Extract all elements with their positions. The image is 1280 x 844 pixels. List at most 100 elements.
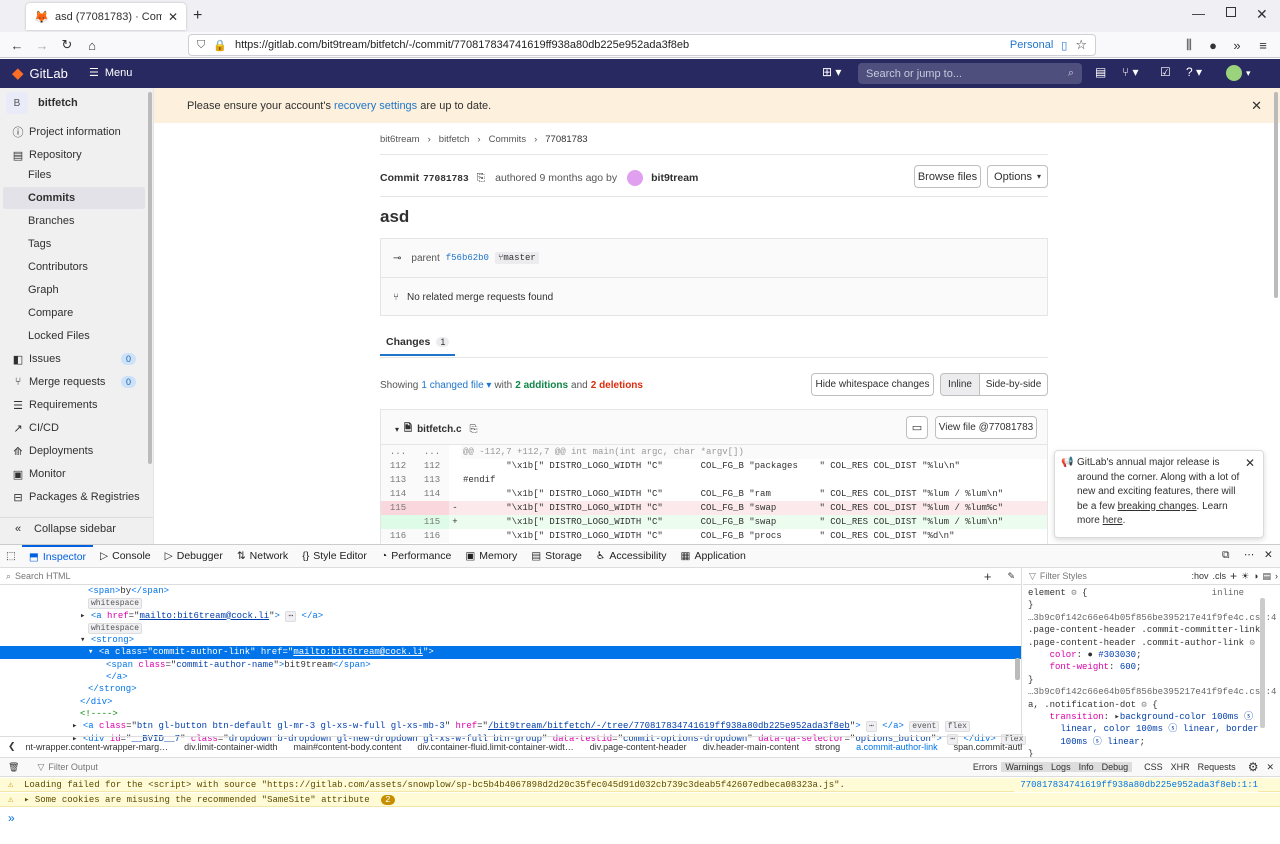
- dom-breadcrumb[interactable]: main#content-body.content: [285, 742, 409, 752]
- filter-xhr[interactable]: XHR: [1167, 762, 1194, 772]
- tab-storage[interactable]: ▤ Storage: [524, 545, 589, 568]
- close-window-button[interactable]: ✕: [1256, 6, 1268, 23]
- library-icon[interactable]: ⫼: [1180, 36, 1198, 54]
- old-line-number[interactable]: 115: [381, 501, 415, 515]
- markup-node[interactable]: <span>by</span>: [0, 585, 1021, 597]
- css-rule-line[interactable]: transition: ▸background-color 100ms ⓢ: [1028, 711, 1280, 723]
- diff-line[interactable]: 114 114 "\x1b[" DISTRO_LOGO_WIDTH "C" COL…: [381, 487, 1047, 501]
- breadcrumb-project[interactable]: bitfetch: [439, 134, 470, 145]
- new-line-number[interactable]: 113: [415, 473, 449, 487]
- sidebar-item-locked-files[interactable]: Locked Files: [0, 325, 146, 347]
- chevron-down-icon[interactable]: ▾: [1246, 68, 1251, 79]
- console-close-icon[interactable]: ✕: [1266, 762, 1274, 773]
- breaking-changes-link[interactable]: breaking changes: [1118, 501, 1197, 512]
- old-line-number[interactable]: 113: [381, 473, 415, 487]
- tab-accessibility[interactable]: ♿ Accessibility: [589, 545, 674, 568]
- css-rule-line[interactable]: }: [1028, 674, 1280, 686]
- new-line-number[interactable]: 116: [415, 529, 449, 543]
- filter-info[interactable]: Info: [1074, 762, 1098, 772]
- tab-performance[interactable]: ◔ Performance: [374, 545, 458, 568]
- old-line-number[interactable]: 112: [381, 459, 415, 473]
- old-line-number[interactable]: ...: [381, 445, 415, 459]
- popup-close-icon[interactable]: ✕: [1245, 456, 1255, 471]
- inline-view-button[interactable]: Inline: [940, 373, 980, 396]
- sidebar-item-project-information[interactable]: ⓘ Project information: [0, 121, 146, 143]
- rules-scrollbar[interactable]: [1260, 598, 1265, 728]
- global-search-input[interactable]: Search or jump to... ⌕: [858, 63, 1082, 84]
- lock-icon[interactable]: 🔒: [213, 39, 227, 52]
- new-line-number[interactable]: ...: [415, 445, 449, 459]
- hov-toggle[interactable]: :hov: [1191, 571, 1208, 581]
- home-icon[interactable]: ⌂: [83, 36, 101, 54]
- diff-line-deleted[interactable]: 115 - "\x1b[" DISTRO_LOGO_WIDTH "C" COL_F…: [381, 501, 1047, 515]
- minimize-button[interactable]: —: [1192, 6, 1205, 21]
- print-icon[interactable]: ▤: [1262, 571, 1271, 582]
- css-rule-line[interactable]: .page-content-header .commit-committer-l…: [1028, 624, 1280, 636]
- warning-source-link[interactable]: 770817834741619ff938a80db225e952ada3f8eb…: [1014, 778, 1258, 792]
- browser-tab[interactable]: 🦊 asd (77081783) · Commits · bit ✕: [26, 3, 186, 30]
- sidebar-item-merge-requests[interactable]: ⑂ Merge requests 0: [0, 371, 146, 393]
- markup-node[interactable]: </div>: [0, 696, 1021, 708]
- trash-icon[interactable]: 🗑: [8, 762, 19, 773]
- options-dropdown[interactable]: Options ▾: [987, 165, 1048, 188]
- dom-breadcrumb[interactable]: div.header-main-content: [695, 742, 807, 752]
- new-line-number[interactable]: [415, 501, 449, 515]
- devtools-close-icon[interactable]: ✕: [1264, 549, 1273, 561]
- markup-node[interactable]: ▾ <strong>: [0, 634, 1021, 646]
- tab-application[interactable]: ▦ Application: [674, 545, 753, 568]
- markup-node[interactable]: <span class="commit-author-name">bit9tre…: [0, 659, 1021, 671]
- sidebar-item-requirements[interactable]: ☰ Requirements: [0, 394, 146, 416]
- sidebar-item-packages-registries[interactable]: ⊟ Packages & Registries: [0, 486, 146, 508]
- search-html-input[interactable]: Search HTML: [15, 571, 980, 581]
- markup-node[interactable]: </strong>: [0, 683, 1021, 695]
- tab-console[interactable]: ▷ Console: [93, 545, 158, 568]
- new-dropdown-icon[interactable]: ⊞ ▾: [822, 65, 841, 79]
- diff-line[interactable]: 112 112 "\x1b[" DISTRO_LOGO_WIDTH "C" COL…: [381, 459, 1047, 473]
- console-input[interactable]: »: [0, 808, 1280, 844]
- css-rule-line[interactable]: font-weight: 600;: [1028, 661, 1280, 673]
- breadcrumb-commits[interactable]: Commits: [489, 134, 526, 145]
- recovery-settings-link[interactable]: recovery settings: [334, 100, 417, 112]
- markup-node-selected[interactable]: ▾ <a class="commit-author-link" href="ma…: [0, 646, 1021, 659]
- filter-output-input[interactable]: Filter Output: [48, 762, 969, 772]
- tab-debugger[interactable]: ▷ Debugger: [158, 545, 230, 568]
- sidebar-item-branches[interactable]: Branches: [0, 210, 146, 232]
- cls-toggle[interactable]: .cls: [1212, 571, 1226, 581]
- overflow-icon[interactable]: »: [1228, 36, 1246, 54]
- console-settings-icon[interactable]: ⚙: [1248, 760, 1259, 774]
- sidebar-item-monitor[interactable]: ▣ Monitor: [0, 463, 146, 485]
- diff-line[interactable]: 113 113 #endif: [381, 473, 1047, 487]
- tab-memory[interactable]: ▣ Memory: [458, 545, 524, 568]
- tab-close-icon[interactable]: ✕: [168, 10, 178, 24]
- sidebar-item-commits[interactable]: Commits: [3, 187, 145, 209]
- url-bar[interactable]: ⛉ 🔒 https://gitlab.com/bit9tream/bitfetc…: [188, 34, 1096, 56]
- author-name[interactable]: bit9tream: [651, 172, 698, 184]
- app-menu-icon[interactable]: ≡: [1254, 36, 1272, 54]
- profile-label[interactable]: Personal: [1010, 39, 1053, 51]
- css-rule-line[interactable]: element ⚙ { inline: [1028, 587, 1280, 599]
- todos-icon[interactable]: ☑: [1160, 65, 1171, 79]
- old-line-number[interactable]: 116: [381, 529, 415, 543]
- bookmark-star-icon[interactable]: ☆: [1075, 37, 1087, 53]
- sidebar-item-deployments[interactable]: ⟰ Deployments: [0, 440, 146, 462]
- dom-breadcrumb[interactable]: div.limit-container-width: [176, 742, 285, 752]
- element-picker-icon[interactable]: ⬚: [0, 545, 22, 568]
- side-by-side-view-button[interactable]: Side-by-side: [979, 373, 1048, 396]
- css-rule-line[interactable]: linear, color 100ms ⓢ linear, border: [1028, 723, 1280, 735]
- back-icon[interactable]: ←: [8, 36, 26, 54]
- collapse-sidebar-button[interactable]: « Collapse sidebar: [0, 517, 153, 539]
- account-icon[interactable]: ●: [1204, 36, 1222, 54]
- add-node-icon[interactable]: +: [984, 569, 992, 584]
- sidebar-item-issues[interactable]: ◧ Issues 0: [0, 348, 146, 370]
- filter-styles-input[interactable]: Filter Styles: [1040, 571, 1188, 581]
- view-file-button[interactable]: View file @77081783: [935, 416, 1037, 439]
- dom-breadcrumb[interactable]: div.page-content-header: [582, 742, 695, 752]
- help-icon[interactable]: ? ▾: [1186, 65, 1202, 79]
- branch-badge[interactable]: ⑂master: [494, 252, 539, 264]
- dom-breadcrumb[interactable]: nt-wrapper.content-wrapper-marg…: [18, 742, 177, 752]
- dom-breadcrumb-selected[interactable]: a.commit-author-link: [848, 742, 946, 752]
- dom-breadcrumb[interactable]: span.commit-author-name: [946, 742, 1022, 752]
- copy-path-icon[interactable]: ⎘: [470, 424, 478, 435]
- add-rule-icon[interactable]: +: [1230, 569, 1237, 583]
- devtools-menu-icon[interactable]: ⋯: [1244, 549, 1255, 561]
